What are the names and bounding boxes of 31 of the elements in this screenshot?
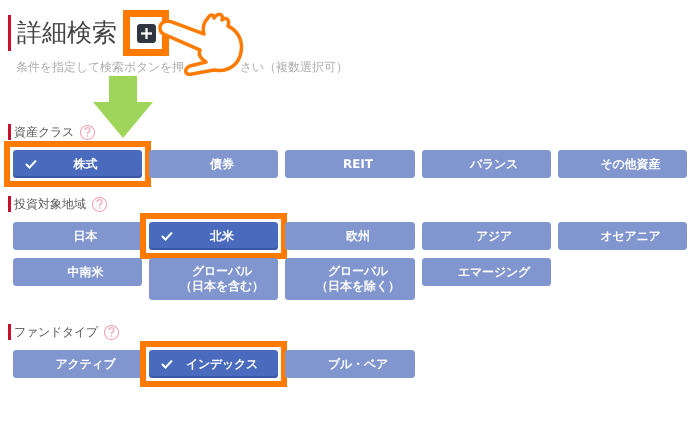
section-label: 資産クラス	[14, 124, 74, 141]
down-arrow-icon	[93, 76, 153, 138]
filter-option[interactable]: 北米	[149, 222, 278, 250]
filter-option[interactable]: 欧州	[285, 222, 415, 250]
filter-option[interactable]: REIT	[285, 150, 415, 178]
instruction-text: さい（複数選択可）	[240, 59, 348, 76]
section-label: ファンドタイプ	[14, 324, 98, 341]
filter-option[interactable]: バランス	[422, 150, 551, 178]
filter-option[interactable]: グローバル （日本を除く）	[285, 258, 415, 300]
filter-option[interactable]: 株式	[13, 150, 142, 178]
filter-option[interactable]: グローバル （日本を含む）	[149, 258, 278, 300]
filter-option[interactable]: 債券	[149, 150, 278, 178]
section-label: 投資対象地域	[14, 196, 86, 213]
filter-option[interactable]: アジア	[422, 222, 551, 250]
filter-option[interactable]: アクティブ	[13, 350, 142, 378]
filter-option[interactable]: エマージング	[422, 258, 551, 286]
check-icon	[25, 159, 37, 169]
instruction-text: 条件を指定して検索ボタンを押	[16, 59, 184, 76]
help-icon[interactable]	[80, 124, 95, 140]
check-icon	[161, 359, 174, 369]
filter-option[interactable]: ブル・ベア	[285, 350, 415, 378]
filter-option[interactable]: オセアニア	[558, 222, 687, 250]
help-icon[interactable]	[104, 324, 119, 340]
filter-option[interactable]: その他資産	[558, 150, 687, 178]
filter-option[interactable]: 中南米	[13, 258, 142, 286]
check-icon	[161, 231, 174, 241]
filter-option[interactable]: インデックス	[149, 350, 278, 378]
filter-option[interactable]: 日本	[13, 222, 142, 250]
page-title: 詳細検索	[17, 17, 117, 49]
plus-icon[interactable]	[136, 24, 156, 42]
help-icon[interactable]	[92, 196, 107, 212]
